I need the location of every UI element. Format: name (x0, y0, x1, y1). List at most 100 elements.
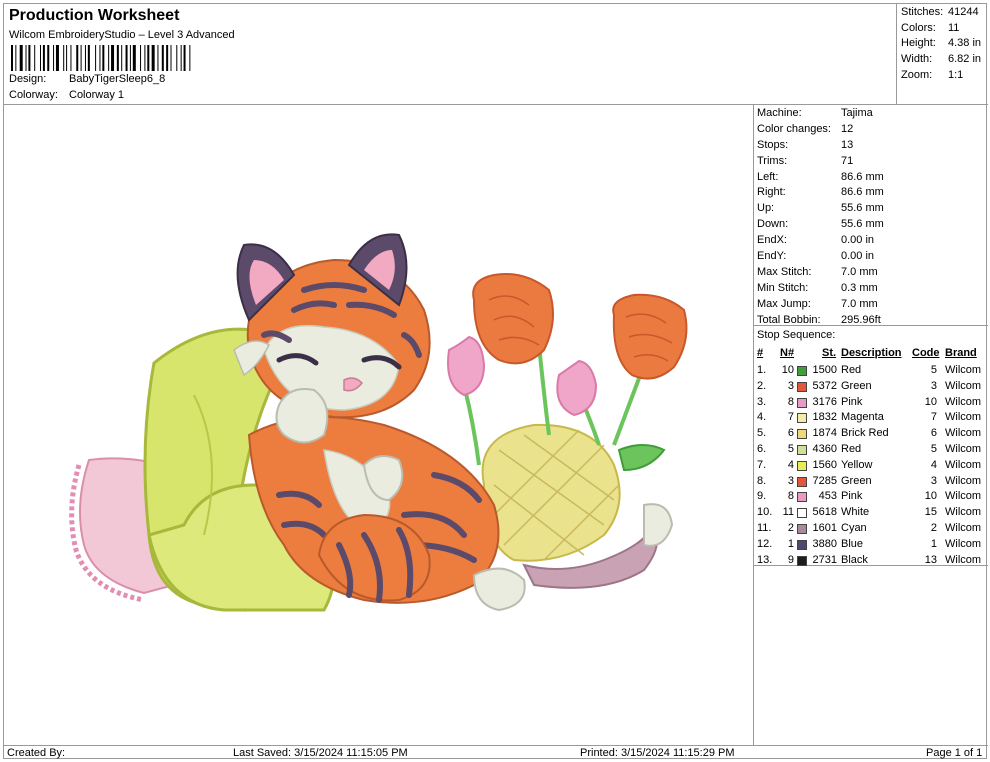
machine-row: Trims: 71 (757, 154, 854, 167)
table-row: 13. 9 2731 Black 13 Wilcom (754, 554, 988, 570)
machine-row: Min Stitch: 0.3 mm (757, 281, 878, 294)
stop-sequence: Stop Sequence: # N# St. Description Code… (754, 326, 988, 566)
thread-color-swatch (797, 555, 807, 566)
cell-code: 7 (930, 411, 937, 424)
table-row: 4. 7 1832 Magenta 7 Wilcom (754, 411, 988, 427)
stop-sequence-title: Stop Sequence: (757, 329, 836, 341)
design-row: Design: BabyTigerSleep6_8 (9, 73, 165, 85)
cell-st: 1874 (812, 427, 837, 440)
cell-n: 8 (787, 490, 794, 503)
cell-n: 10 (781, 364, 794, 376)
cell-st: 1601 (812, 522, 837, 534)
stat-row: Zoom: 1:1 (901, 68, 964, 81)
thread-color-swatch (797, 539, 807, 550)
cell-st: 5372 (812, 379, 837, 392)
printed-date: Printed: 3/15/2024 11:15:29 PM (580, 747, 735, 759)
cell-desc: White (841, 506, 870, 519)
cell-brand: Wilcom (945, 522, 982, 534)
table-row: 6. 5 4360 Red 5 Wilcom (754, 443, 988, 459)
cell-desc: Green (841, 474, 872, 487)
machine-row: Up: 55.6 mm (757, 202, 884, 215)
cell-st: 1500 (812, 364, 837, 376)
thread-color-swatch (797, 476, 807, 487)
colorway-label: Colorway: (9, 89, 58, 101)
cell-code: 15 (924, 506, 937, 519)
table-row: 10. 11 5618 White 15 Wilcom (754, 506, 988, 522)
cell-st: 1560 (812, 458, 837, 471)
cell-code: 10 (924, 395, 937, 408)
thread-color-swatch (797, 492, 807, 503)
cell-brand: Wilcom (945, 506, 982, 519)
cell-brand: Wilcom (945, 364, 982, 376)
cell-brand: Wilcom (945, 411, 982, 424)
thread-color-swatch (797, 366, 807, 376)
cell-n: 4 (787, 458, 794, 471)
cell-n: 11 (782, 506, 794, 519)
cell-num: 6. (757, 443, 767, 455)
cell-code: 3 (930, 474, 937, 487)
cell-num: 11. (757, 522, 772, 534)
machine-row: EndX: 0.00 in (757, 234, 875, 247)
thread-color-swatch (797, 381, 807, 392)
colorway-row: Colorway: Colorway 1 (9, 89, 124, 101)
cell-num: 3. (757, 395, 767, 408)
cell-st: 7285 (812, 474, 837, 487)
cell-desc: Pink (841, 395, 863, 408)
cell-desc: Blue (841, 537, 864, 550)
cell-n: 3 (787, 379, 794, 392)
cell-code: 5 (930, 364, 937, 376)
cell-n: 6 (787, 427, 794, 440)
barcode-image (11, 45, 191, 71)
table-row: 3. 8 3176 Pink 10 Wilcom (754, 396, 988, 412)
page-title: Production Worksheet (9, 7, 180, 24)
table-row: 1. 10 1500 Red 5 Wilcom (754, 364, 988, 380)
thread-color-swatch (797, 445, 807, 455)
table-row: 11. 2 1601 Cyan 2 Wilcom (754, 522, 988, 538)
cell-code: 6 (930, 427, 937, 440)
cell-num: 7. (757, 458, 767, 471)
cell-brand: Wilcom (945, 443, 982, 455)
cell-st: 1832 (812, 411, 837, 424)
cell-n: 1 (787, 537, 794, 550)
machine-row: Max Jump: 7.0 mm (757, 297, 878, 310)
machine-row: Machine: Tajima (757, 107, 873, 119)
cell-desc: Red (841, 443, 862, 455)
thread-color-swatch (797, 397, 807, 408)
cell-n: 2 (787, 522, 794, 534)
machine-row: Stops: 13 (757, 138, 854, 151)
thread-color-swatch (797, 429, 807, 440)
table-row: 12. 1 3880 Blue 1 Wilcom (754, 538, 988, 554)
cell-num: 13. (757, 553, 773, 566)
cell-num: 8. (757, 474, 767, 487)
table-row: 5. 6 1874 Brick Red 6 Wilcom (754, 427, 988, 443)
stat-row: Width: 6.82 in (901, 53, 982, 66)
colorway-name: Colorway 1 (69, 89, 125, 101)
cell-brand: Wilcom (945, 427, 982, 440)
cell-brand: Wilcom (945, 379, 982, 392)
cell-st: 453 (818, 490, 837, 503)
machine-info: Machine: Tajima Color changes: 12 Stops: 13… (754, 105, 988, 326)
cell-code: 2 (930, 522, 937, 534)
cell-desc: Red (841, 364, 862, 376)
machine-row: Color changes: 12 (757, 122, 854, 135)
cell-n: 9 (787, 553, 794, 566)
table-row: 2. 3 5372 Green 3 Wilcom (754, 380, 988, 396)
design-name: BabyTigerSleep6_8 (69, 73, 166, 85)
embroidery-design-image (69, 233, 688, 612)
cell-st: 3880 (812, 537, 837, 550)
cell-brand: Wilcom (945, 553, 982, 566)
col-header-stitches: St. (822, 347, 837, 359)
cell-desc: Green (841, 379, 872, 392)
last-saved: Last Saved: 3/15/2024 11:15:05 PM (233, 747, 408, 759)
machine-row: EndY: 0.00 in (757, 250, 875, 263)
machine-row: Max Stitch: 7.0 mm (757, 265, 878, 278)
thread-color-swatch (797, 508, 807, 519)
machine-row: Right: 86.6 mm (757, 186, 884, 199)
software-name: Wilcom EmbroideryStudio – Level 3 Advanc… (9, 29, 235, 41)
cell-n: 8 (787, 395, 794, 408)
cell-code: 5 (930, 443, 937, 455)
cell-num: 5. (757, 427, 767, 440)
cell-n: 7 (787, 411, 794, 424)
design-preview (4, 105, 754, 745)
col-header-needle: N# (780, 347, 795, 359)
